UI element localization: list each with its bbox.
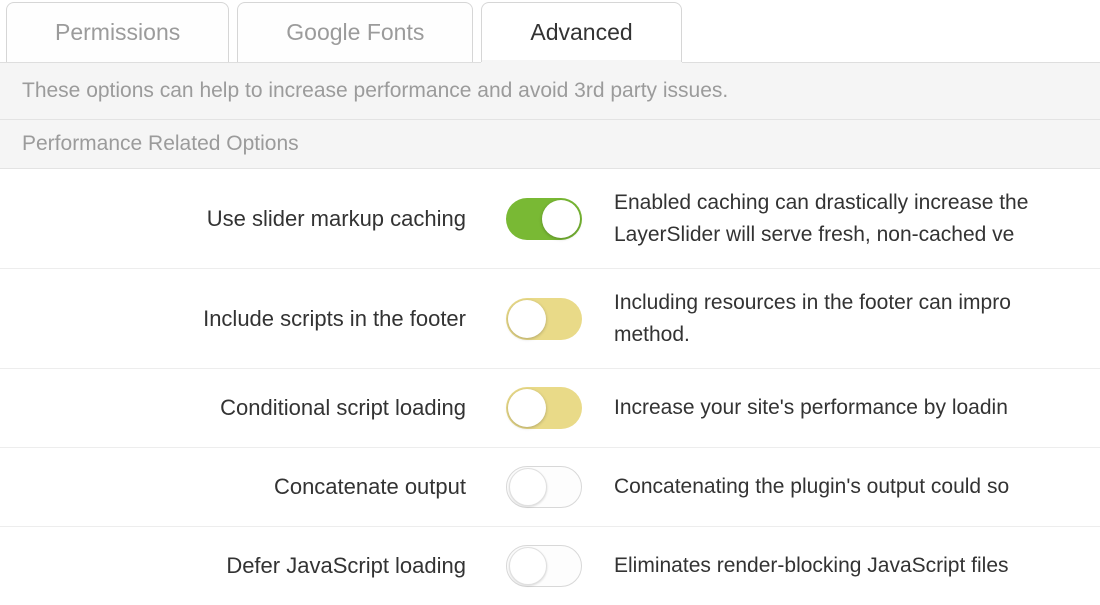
option-desc: Enabled caching can drastically increase… <box>588 187 1100 250</box>
option-row-footer-scripts: Include scripts in the footer Including … <box>0 269 1100 369</box>
tab-description: These options can help to increase perfo… <box>0 62 1100 120</box>
tab-google-fonts[interactable]: Google Fonts <box>237 2 473 62</box>
toggle-defer-js[interactable] <box>506 545 582 587</box>
option-row-concatenate: Concatenate output Concatenating the plu… <box>0 448 1100 527</box>
option-label: Conditional script loading <box>0 395 488 421</box>
option-row-caching: Use slider markup caching Enabled cachin… <box>0 169 1100 269</box>
option-label: Concatenate output <box>0 474 488 500</box>
option-desc: Including resources in the footer can im… <box>588 287 1100 350</box>
tab-advanced[interactable]: Advanced <box>481 2 681 62</box>
option-label: Defer JavaScript loading <box>0 553 488 579</box>
option-row-conditional-loading: Conditional script loading Increase your… <box>0 369 1100 448</box>
tab-permissions[interactable]: Permissions <box>6 2 229 62</box>
toggle-caching[interactable] <box>506 198 582 240</box>
option-desc: Eliminates render-blocking JavaScript fi… <box>588 550 1100 582</box>
toggle-concatenate[interactable] <box>506 466 582 508</box>
tab-bar: Permissions Google Fonts Advanced <box>0 0 1100 62</box>
toggle-conditional-loading[interactable] <box>506 387 582 429</box>
option-row-defer-js: Defer JavaScript loading Eliminates rend… <box>0 527 1100 605</box>
toggle-footer-scripts[interactable] <box>506 298 582 340</box>
option-desc: Increase your site's performance by load… <box>588 392 1100 424</box>
section-header: Performance Related Options <box>0 120 1100 169</box>
option-label: Include scripts in the footer <box>0 306 488 332</box>
option-desc: Concatenating the plugin's output could … <box>588 471 1100 503</box>
option-label: Use slider markup caching <box>0 206 488 232</box>
